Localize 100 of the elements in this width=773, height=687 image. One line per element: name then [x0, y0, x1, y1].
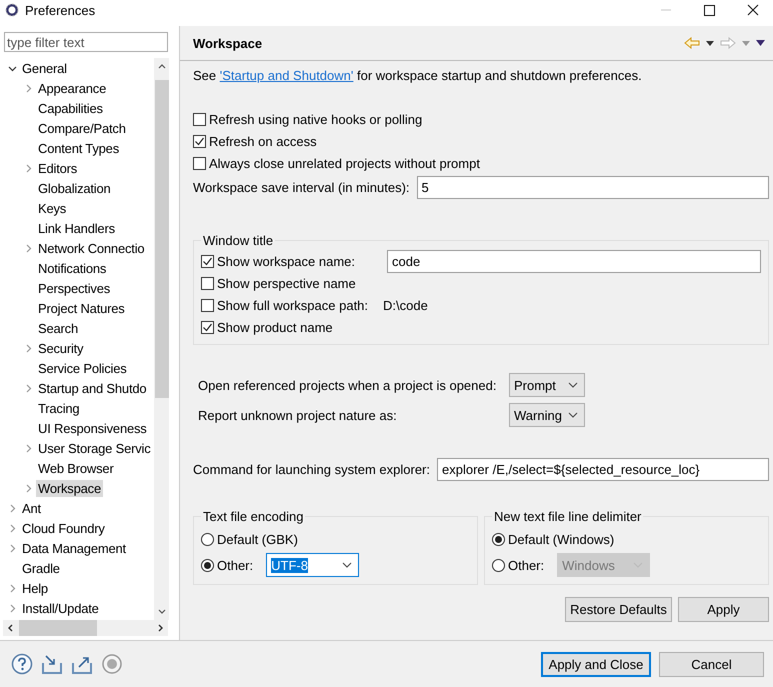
expand-icon[interactable]: [8, 524, 16, 532]
expand-icon[interactable]: [24, 84, 32, 92]
tree-item[interactable]: General: [20, 60, 69, 76]
expand-icon[interactable]: [8, 584, 16, 592]
startup-link[interactable]: 'Startup and Shutdown': [220, 68, 354, 83]
group-title: Text file encoding: [202, 509, 304, 524]
tree-item[interactable]: Link Handlers: [36, 220, 117, 236]
checkbox[interactable]: [201, 276, 214, 290]
checkbox-label: Always close unrelated projects without prompt: [209, 156, 480, 170]
expand-icon[interactable]: [8, 604, 16, 612]
tree-item[interactable]: Gradle: [20, 560, 62, 576]
intro-text: See 'Startup and Shutdown' for workspace startup and shutdown preferences.: [193, 68, 643, 84]
dropdown-icon[interactable]: [706, 40, 714, 46]
tree-item[interactable]: Help: [20, 580, 50, 596]
app-icon: [5, 3, 19, 17]
checkbox[interactable]: [193, 134, 206, 148]
page-title: Workspace: [193, 36, 262, 50]
radio-label: Default (Windows): [508, 532, 614, 546]
tree-item[interactable]: Capabilities: [36, 100, 105, 116]
vertical-scrollbar[interactable]: [154, 58, 169, 620]
select-label: Open referenced projects when a project is opened:: [198, 378, 498, 392]
tree-item[interactable]: Data Management: [20, 540, 128, 556]
scroll-thumb[interactable]: [19, 620, 97, 636]
group-title: Window title: [202, 233, 274, 248]
tree-item[interactable]: Ant: [20, 500, 43, 516]
checkbox[interactable]: [201, 298, 214, 312]
radio-button[interactable]: [201, 558, 214, 572]
tree-item[interactable]: Appearance: [36, 80, 108, 96]
dropdown[interactable]: Prompt: [509, 373, 585, 397]
checkbox-label: Show workspace name:: [217, 254, 356, 268]
dropdown[interactable]: UTF-8: [266, 553, 360, 577]
checkbox[interactable]: [193, 156, 206, 170]
expand-icon[interactable]: [24, 444, 32, 452]
radio-button[interactable]: [492, 532, 505, 546]
scroll-thumb[interactable]: [154, 80, 168, 398]
field-label: Workspace save interval (in minutes):: [193, 180, 410, 195]
tree-item[interactable]: Security: [36, 340, 86, 356]
tree-item[interactable]: Cloud Foundry: [20, 520, 107, 536]
expand-icon[interactable]: [24, 344, 32, 352]
dialog-button[interactable]: Cancel: [659, 652, 764, 676]
field-label: Command for launching system explorer:: [193, 462, 430, 477]
tree-item[interactable]: Keys: [36, 200, 68, 216]
tree-item[interactable]: Web Browser: [36, 460, 116, 476]
radio-label: Other:: [217, 558, 254, 572]
tree-item[interactable]: Project Natures: [36, 300, 127, 316]
checkbox[interactable]: [193, 112, 206, 126]
interval-field[interactable]: 5: [416, 176, 769, 199]
caret-icon[interactable]: [342, 562, 352, 568]
radio-label: Default (GBK): [217, 532, 298, 546]
import-icon[interactable]: [41, 653, 63, 675]
expand-icon[interactable]: [24, 484, 32, 492]
select-label: Report unknown project nature as:: [198, 408, 398, 422]
close-icon[interactable]: [747, 4, 759, 16]
tree-item[interactable]: Notifications: [36, 260, 108, 276]
command-field[interactable]: explorer /E,/select=${selected_resource_loc}: [437, 458, 769, 481]
tree-item[interactable]: Tracing: [36, 400, 82, 416]
window-title: Preferences: [25, 3, 96, 18]
workspace-name-field[interactable]: code: [387, 250, 761, 272]
radio-button[interactable]: [201, 532, 214, 546]
workspace-path: D:\code: [383, 298, 428, 312]
tree-item[interactable]: Service Policies: [36, 360, 129, 376]
expand-icon[interactable]: [24, 164, 32, 172]
tree-item[interactable]: Startup and Shutdo: [36, 380, 148, 396]
tree-item[interactable]: UI Responsiveness: [36, 420, 149, 436]
tree-item[interactable]: Editors: [36, 160, 80, 176]
tree-item[interactable]: Network Connectio: [36, 240, 146, 256]
help-icon[interactable]: [11, 653, 33, 675]
page-button[interactable]: Apply: [678, 597, 769, 622]
tree-item[interactable]: Content Types: [36, 140, 121, 156]
radio-label: Other:: [508, 558, 544, 572]
caret-icon[interactable]: [568, 382, 578, 388]
horizontal-scrollbar[interactable]: [3, 620, 168, 636]
dialog-button[interactable]: Apply and Close: [541, 652, 651, 676]
checkbox[interactable]: [201, 254, 214, 268]
checkbox-label: Show full workspace path:: [217, 298, 368, 312]
page-button[interactable]: Restore Defaults: [565, 597, 672, 622]
caret-icon[interactable]: [568, 412, 578, 418]
maximize-icon[interactable]: [704, 4, 715, 16]
expand-icon[interactable]: [8, 504, 16, 512]
tree-item[interactable]: Perspectives: [36, 280, 112, 296]
checkbox-label: Show perspective name: [217, 276, 356, 290]
group-title: New text file line delimiter: [493, 509, 642, 524]
collapse-icon[interactable]: [8, 64, 16, 72]
menu-icon[interactable]: [756, 40, 765, 46]
filter-field[interactable]: type filter text: [4, 32, 168, 52]
checkbox[interactable]: [201, 320, 214, 334]
tree-item[interactable]: Search: [36, 320, 80, 336]
checkbox-label: Show product name: [217, 320, 333, 334]
tree-item[interactable]: Install/Update: [20, 600, 101, 616]
stop-icon[interactable]: [101, 653, 123, 675]
tree-item[interactable]: Globalization: [36, 180, 113, 196]
tree-item[interactable]: User Storage Servic: [36, 440, 153, 456]
expand-icon[interactable]: [24, 384, 32, 392]
expand-icon[interactable]: [8, 544, 16, 552]
checkbox-label: Refresh using native hooks or polling: [209, 112, 422, 126]
dropdown[interactable]: Warning: [509, 403, 585, 427]
expand-icon[interactable]: [24, 244, 32, 252]
tree-item[interactable]: Workspace: [36, 480, 103, 496]
tree-item[interactable]: Compare/Patch: [36, 120, 128, 136]
checkbox-label: Refresh on access: [209, 134, 317, 148]
